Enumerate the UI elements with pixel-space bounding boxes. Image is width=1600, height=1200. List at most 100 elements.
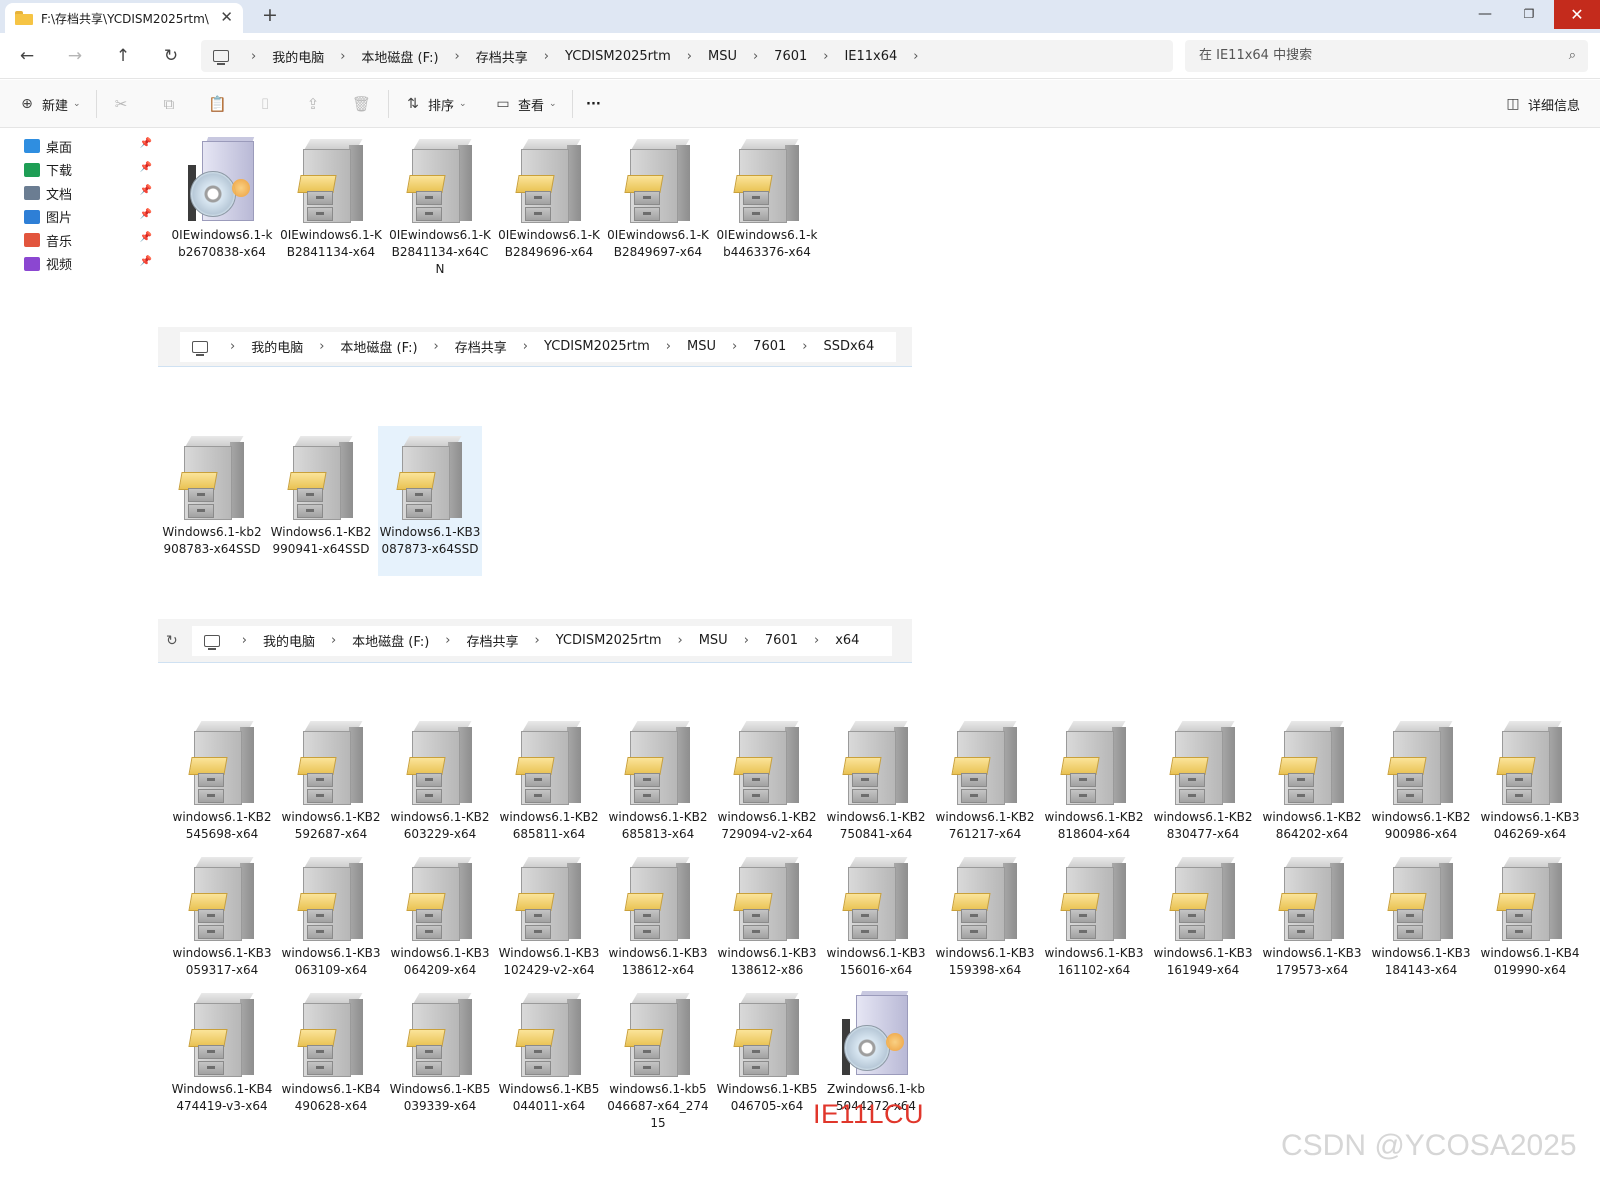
chevron-right-icon[interactable]: › <box>251 49 256 64</box>
file-item[interactable]: windows6.1-KB2900986-x64 <box>1369 711 1473 861</box>
pin-icon[interactable]: 📌 <box>140 209 152 220</box>
chevron-right-icon[interactable]: › <box>331 633 336 648</box>
file-item[interactable]: 0IEwindows6.1-KB2849697-x64 <box>606 129 710 279</box>
breadcrumb-item[interactable]: SSDx64 <box>823 339 874 354</box>
paste-button[interactable]: 📋 <box>208 94 232 114</box>
chevron-right-icon[interactable]: › <box>802 339 807 354</box>
sidebar-item[interactable]: 下载 📌 <box>24 159 154 181</box>
file-item[interactable]: windows6.1-KB3138612-x64 <box>606 847 710 997</box>
file-item[interactable]: windows6.1-KB2750841-x64 <box>824 711 928 861</box>
file-item[interactable]: windows6.1-KB2603229-x64 <box>388 711 492 861</box>
window-tab[interactable]: F:\存档共享\YCDISM2025rtm\I ✕ <box>5 3 243 33</box>
chevron-right-icon[interactable]: › <box>535 633 540 648</box>
file-item[interactable]: windows6.1-KB3059317-x64 <box>170 847 274 997</box>
file-item[interactable]: windows6.1-KB2592687-x64 <box>279 711 383 861</box>
delete-button[interactable]: 🗑 <box>352 94 376 114</box>
file-item[interactable]: windows6.1-kb5046687-x64_27415 <box>606 983 710 1133</box>
computer-icon[interactable] <box>213 50 229 65</box>
search-icon[interactable]: ⌕ <box>1569 40 1576 72</box>
file-item[interactable]: 0IEwindows6.1-kb2670838-x64 <box>170 129 274 279</box>
file-item[interactable]: Windows6.1-KB2990941-x64SSD <box>269 426 373 576</box>
view-button[interactable]: ▭ 查看 ⌄ <box>494 94 556 114</box>
new-tab-button[interactable]: + <box>262 4 278 26</box>
share-button[interactable]: ⇪ <box>304 94 328 114</box>
file-item[interactable]: 0IEwindows6.1-kb4463376-x64 <box>715 129 819 279</box>
chevron-right-icon[interactable]: › <box>434 339 439 354</box>
file-item[interactable]: windows6.1-KB3161102-x64 <box>1042 847 1146 997</box>
sidebar-item[interactable]: 桌面 📌 <box>24 135 154 157</box>
file-item[interactable]: windows6.1-KB2685813-x64 <box>606 711 710 861</box>
file-item[interactable]: 0IEwindows6.1-KB2841134-x64 <box>279 129 383 279</box>
breadcrumb-item[interactable]: 本地磁盘 (F:) <box>352 631 429 650</box>
file-item[interactable]: windows6.1-KB3156016-x64 <box>824 847 928 997</box>
refresh-button[interactable]: ↻ <box>156 41 186 71</box>
file-item[interactable]: Windows6.1-kb2908783-x64SSD <box>160 426 264 576</box>
file-item[interactable]: windows6.1-KB4019990-x64 <box>1478 847 1582 997</box>
pin-icon[interactable]: 📌 <box>140 232 152 243</box>
pin-icon[interactable]: 📌 <box>140 185 152 196</box>
up-button[interactable]: ↑ <box>108 41 138 71</box>
new-button[interactable]: ⊕ 新建 ⌄ <box>18 94 80 114</box>
file-item[interactable]: windows6.1-KB2761217-x64 <box>933 711 1037 861</box>
chevron-right-icon[interactable]: › <box>732 339 737 354</box>
chevron-right-icon[interactable]: › <box>230 339 235 354</box>
tab-close-icon[interactable]: ✕ <box>220 8 233 26</box>
breadcrumb-item[interactable]: IE11x64 <box>844 49 897 64</box>
file-item[interactable]: windows6.1-KB2830477-x64 <box>1151 711 1255 861</box>
chevron-right-icon[interactable]: › <box>913 49 918 64</box>
breadcrumb-item[interactable]: YCDISM2025rtm <box>565 49 671 64</box>
breadcrumb-item[interactable]: 存档共享 <box>455 337 507 356</box>
sort-button[interactable]: ⇅ 排序 ⌄ <box>404 94 466 114</box>
file-item[interactable]: windows6.1-KB3159398-x64 <box>933 847 1037 997</box>
back-button[interactable]: ← <box>12 41 42 71</box>
file-item[interactable]: Windows6.1-KB4474419-v3-x64 <box>170 983 274 1133</box>
file-item[interactable]: Windows6.1-KB5044011-x64 <box>497 983 601 1133</box>
file-item[interactable]: windows6.1-KB3063109-x64 <box>279 847 383 997</box>
file-item[interactable]: 0IEwindows6.1-KB2849696-x64 <box>497 129 601 279</box>
minimize-button[interactable]: — <box>1462 0 1508 29</box>
file-item[interactable]: windows6.1-KB3064209-x64 <box>388 847 492 997</box>
chevron-right-icon[interactable]: › <box>445 633 450 648</box>
file-item[interactable]: windows6.1-KB3161949-x64 <box>1151 847 1255 997</box>
file-item[interactable]: windows6.1-KB2729094-v2-x64 <box>715 711 819 861</box>
breadcrumb-item[interactable]: 存档共享 <box>466 631 518 650</box>
forward-button[interactable]: → <box>60 41 90 71</box>
breadcrumb-item[interactable]: 存档共享 <box>476 47 528 66</box>
sidebar-item[interactable]: 文档 📌 <box>24 182 154 204</box>
chevron-right-icon[interactable]: › <box>666 339 671 354</box>
computer-icon[interactable] <box>192 340 208 356</box>
chevron-right-icon[interactable]: › <box>814 633 819 648</box>
search-input[interactable]: 在 IE11x64 中搜索 ⌕ <box>1185 40 1588 72</box>
close-button[interactable]: ✕ <box>1554 0 1600 29</box>
sidebar-item[interactable]: 图片 📌 <box>24 206 154 228</box>
rename-button[interactable]: ⌷ <box>256 94 280 114</box>
chevron-right-icon[interactable]: › <box>687 49 692 64</box>
breadcrumb[interactable]: › 我的电脑 › 本地磁盘 (F:) › 存档共享 › YCDISM2025rtm › MSU › 7… <box>180 331 896 362</box>
details-pane-button[interactable]: ◫ 详细信息 <box>1504 94 1580 114</box>
chevron-right-icon[interactable]: › <box>319 339 324 354</box>
sidebar-item[interactable]: 音乐 📌 <box>24 229 154 251</box>
breadcrumb-item[interactable]: 我的电脑 <box>251 337 303 356</box>
copy-button[interactable]: ⧉ <box>160 94 184 114</box>
file-item[interactable]: Windows6.1-KB3102429-v2-x64 <box>497 847 601 997</box>
pin-icon[interactable]: 📌 <box>140 138 152 149</box>
chevron-right-icon[interactable]: › <box>523 339 528 354</box>
file-item[interactable]: 0IEwindows6.1-KB2841134-x64CN <box>388 129 492 279</box>
breadcrumb-item[interactable]: YCDISM2025rtm <box>556 633 662 648</box>
sidebar-item[interactable]: 视频 📌 <box>24 253 154 275</box>
file-item[interactable]: windows6.1-KB3046269-x64 <box>1478 711 1582 861</box>
maximize-button[interactable]: ❐ <box>1506 0 1552 29</box>
breadcrumb-item[interactable]: MSU <box>699 633 728 648</box>
file-item[interactable]: windows6.1-KB3138612-x86 <box>715 847 819 997</box>
file-item[interactable]: windows6.1-KB2545698-x64 <box>170 711 274 861</box>
cut-button[interactable]: ✂ <box>112 94 136 114</box>
breadcrumb-item[interactable]: MSU <box>708 49 737 64</box>
file-item[interactable]: Windows6.1-KB5046705-x64 <box>715 983 819 1133</box>
refresh-icon[interactable]: ↻ <box>166 633 178 649</box>
chevron-right-icon[interactable]: › <box>823 49 828 64</box>
more-options-button[interactable]: ··· <box>586 94 601 114</box>
pin-icon[interactable]: 📌 <box>140 256 152 267</box>
breadcrumb-item[interactable]: 本地磁盘 (F:) <box>361 47 438 66</box>
file-item[interactable]: windows6.1-KB2685811-x64 <box>497 711 601 861</box>
file-item[interactable]: Windows6.1-KB5039339-x64 <box>388 983 492 1133</box>
